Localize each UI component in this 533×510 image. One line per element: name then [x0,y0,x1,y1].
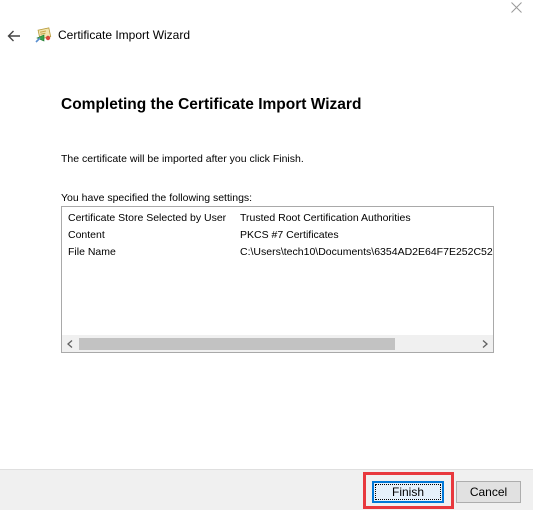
settings-list[interactable]: Certificate Store Selected by User Trust… [61,206,494,353]
wizard-title: Certificate Import Wizard [58,28,191,42]
setting-key: Content [68,229,105,241]
back-arrow-icon [7,30,20,42]
page-description: The certificate will be imported after y… [61,153,304,165]
setting-key: Certificate Store Selected by User [68,212,227,224]
setting-value: Trusted Root Certification Authorities [240,212,411,224]
scroll-left-button[interactable] [62,336,78,352]
page-heading: Completing the Certificate Import Wizard [61,96,362,113]
back-button[interactable] [5,27,23,45]
close-button[interactable] [505,0,527,14]
chevron-right-icon [482,340,488,348]
chevron-left-icon [67,340,73,348]
setting-value: PKCS #7 Certificates [240,229,339,241]
settings-row: Content PKCS #7 Certificates [68,228,493,245]
setting-key: File Name [68,246,116,258]
cancel-button-label: Cancel [469,485,508,499]
settings-row: Certificate Store Selected by User Trust… [68,211,493,228]
scroll-right-button[interactable] [477,336,493,352]
certificate-import-wizard-window: Certificate Import Wizard Completing the… [0,0,533,510]
finish-button[interactable]: Finish [372,481,444,503]
finish-button-label: Finish [391,485,424,499]
close-icon [510,1,522,13]
settings-label: You have specified the following setting… [61,192,253,204]
horizontal-scrollbar[interactable] [62,335,493,352]
certificate-wizard-icon [35,27,52,43]
cancel-button[interactable]: Cancel [456,481,521,503]
setting-value: C:\Users\tech10\Documents\6354AD2E64F7E2… [240,246,493,258]
scrollbar-thumb[interactable] [79,338,395,350]
settings-row: File Name C:\Users\tech10\Documents\6354… [68,245,493,262]
